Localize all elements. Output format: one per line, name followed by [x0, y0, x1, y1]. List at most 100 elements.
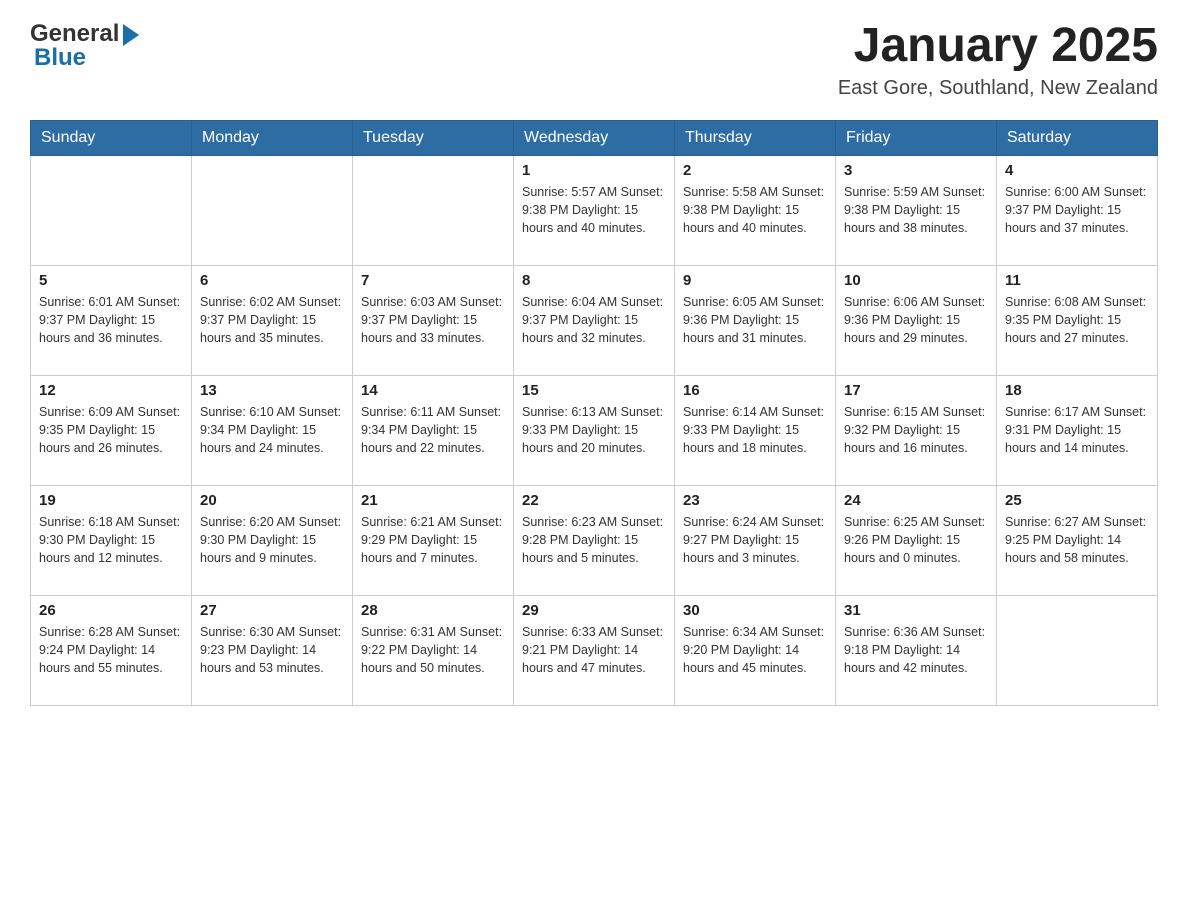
day-info: Sunrise: 6:08 AM Sunset: 9:35 PM Dayligh… — [1005, 293, 1149, 347]
day-number: 13 — [200, 382, 344, 399]
calendar-cell: 25 Sunrise: 6:27 AM Sunset: 9:25 PM Dayli… — [997, 485, 1158, 595]
day-info: Sunrise: 6:23 AM Sunset: 9:28 PM Dayligh… — [522, 513, 666, 567]
day-number: 29 — [522, 602, 666, 619]
calendar-week-5: 26Sunrise: 6:28 AM Sunset: 9:24 PM Dayli… — [31, 595, 1158, 705]
calendar-cell: 24 Sunrise: 6:25 AM Sunset: 9:26 PM Dayli… — [836, 485, 997, 595]
day-number: 24 — [844, 492, 988, 509]
calendar-cell: 22 Sunrise: 6:23 AM Sunset: 9:28 PM Dayli… — [514, 485, 675, 595]
calendar-cell: 14Sunrise: 6:11 AM Sunset: 9:34 PM Dayli… — [353, 375, 514, 485]
day-number: 6 — [200, 272, 344, 289]
calendar-cell: 10 Sunrise: 6:06 AM Sunset: 9:36 PM Dayli… — [836, 265, 997, 375]
day-info: Sunrise: 6:33 AM Sunset: 9:21 PM Dayligh… — [522, 623, 666, 677]
calendar-cell: 31 Sunrise: 6:36 AM Sunset: 9:18 PM Dayli… — [836, 595, 997, 705]
day-number: 10 — [844, 272, 988, 289]
calendar-cell: 28Sunrise: 6:31 AM Sunset: 9:22 PM Dayli… — [353, 595, 514, 705]
calendar-week-3: 12 Sunrise: 6:09 AM Sunset: 9:35 PM Dayli… — [31, 375, 1158, 485]
day-info: Sunrise: 6:09 AM Sunset: 9:35 PM Dayligh… — [39, 403, 183, 457]
day-number: 4 — [1005, 162, 1149, 179]
calendar-cell — [31, 155, 192, 265]
calendar-cell: 7 Sunrise: 6:03 AM Sunset: 9:37 PM Daylig… — [353, 265, 514, 375]
day-info: Sunrise: 6:01 AM Sunset: 9:37 PM Dayligh… — [39, 293, 183, 347]
day-number: 20 — [200, 492, 344, 509]
calendar-cell: 16 Sunrise: 6:14 AM Sunset: 9:33 PM Dayli… — [675, 375, 836, 485]
day-info: Sunrise: 6:14 AM Sunset: 9:33 PM Dayligh… — [683, 403, 827, 457]
day-info: Sunrise: 5:59 AM Sunset: 9:38 PM Dayligh… — [844, 183, 988, 237]
calendar-cell: 11 Sunrise: 6:08 AM Sunset: 9:35 PM Dayli… — [997, 265, 1158, 375]
day-info: Sunrise: 6:30 AM Sunset: 9:23 PM Dayligh… — [200, 623, 344, 677]
calendar-cell: 6 Sunrise: 6:02 AM Sunset: 9:37 PM Daylig… — [192, 265, 353, 375]
calendar-header: Sunday Monday Tuesday Wednesday Thursday… — [31, 120, 1158, 155]
col-saturday: Saturday — [997, 120, 1158, 155]
calendar-cell — [997, 595, 1158, 705]
day-info: Sunrise: 6:36 AM Sunset: 9:18 PM Dayligh… — [844, 623, 988, 677]
calendar-cell: 20Sunrise: 6:20 AM Sunset: 9:30 PM Dayli… — [192, 485, 353, 595]
day-number: 9 — [683, 272, 827, 289]
day-info: Sunrise: 6:27 AM Sunset: 9:25 PM Dayligh… — [1005, 513, 1149, 567]
day-number: 16 — [683, 382, 827, 399]
day-info: Sunrise: 5:58 AM Sunset: 9:38 PM Dayligh… — [683, 183, 827, 237]
calendar-cell: 21 Sunrise: 6:21 AM Sunset: 9:29 PM Dayli… — [353, 485, 514, 595]
day-info: Sunrise: 6:17 AM Sunset: 9:31 PM Dayligh… — [1005, 403, 1149, 457]
col-thursday: Thursday — [675, 120, 836, 155]
day-number: 28 — [361, 602, 505, 619]
day-info: Sunrise: 5:57 AM Sunset: 9:38 PM Dayligh… — [522, 183, 666, 237]
header: General Blue January 2025 East Gore, Sou… — [30, 20, 1158, 100]
day-info: Sunrise: 6:00 AM Sunset: 9:37 PM Dayligh… — [1005, 183, 1149, 237]
day-info: Sunrise: 6:06 AM Sunset: 9:36 PM Dayligh… — [844, 293, 988, 347]
calendar-body: 1 Sunrise: 5:57 AM Sunset: 9:38 PM Daylig… — [31, 155, 1158, 705]
day-number: 30 — [683, 602, 827, 619]
day-number: 15 — [522, 382, 666, 399]
day-info: Sunrise: 6:04 AM Sunset: 9:37 PM Dayligh… — [522, 293, 666, 347]
col-friday: Friday — [836, 120, 997, 155]
logo: General Blue — [30, 20, 139, 72]
calendar-cell: 23 Sunrise: 6:24 AM Sunset: 9:27 PM Dayli… — [675, 485, 836, 595]
calendar-subtitle: East Gore, Southland, New Zealand — [838, 77, 1158, 100]
logo-blue-text: Blue — [34, 44, 86, 72]
col-tuesday: Tuesday — [353, 120, 514, 155]
day-number: 25 — [1005, 492, 1149, 509]
day-number: 3 — [844, 162, 988, 179]
calendar-cell: 18Sunrise: 6:17 AM Sunset: 9:31 PM Dayli… — [997, 375, 1158, 485]
day-info: Sunrise: 6:25 AM Sunset: 9:26 PM Dayligh… — [844, 513, 988, 567]
col-wednesday: Wednesday — [514, 120, 675, 155]
calendar-cell: 26Sunrise: 6:28 AM Sunset: 9:24 PM Dayli… — [31, 595, 192, 705]
calendar-week-4: 19 Sunrise: 6:18 AM Sunset: 9:30 PM Dayli… — [31, 485, 1158, 595]
day-info: Sunrise: 6:11 AM Sunset: 9:34 PM Dayligh… — [361, 403, 505, 457]
day-info: Sunrise: 6:03 AM Sunset: 9:37 PM Dayligh… — [361, 293, 505, 347]
col-sunday: Sunday — [31, 120, 192, 155]
day-number: 12 — [39, 382, 183, 399]
day-number: 23 — [683, 492, 827, 509]
calendar-week-2: 5Sunrise: 6:01 AM Sunset: 9:37 PM Daylig… — [31, 265, 1158, 375]
day-number: 8 — [522, 272, 666, 289]
day-number: 17 — [844, 382, 988, 399]
calendar-cell: 15Sunrise: 6:13 AM Sunset: 9:33 PM Dayli… — [514, 375, 675, 485]
calendar-cell: 27Sunrise: 6:30 AM Sunset: 9:23 PM Dayli… — [192, 595, 353, 705]
calendar-cell: 19 Sunrise: 6:18 AM Sunset: 9:30 PM Dayli… — [31, 485, 192, 595]
calendar-cell: 4 Sunrise: 6:00 AM Sunset: 9:37 PM Daylig… — [997, 155, 1158, 265]
day-info: Sunrise: 6:10 AM Sunset: 9:34 PM Dayligh… — [200, 403, 344, 457]
calendar-cell — [353, 155, 514, 265]
day-info: Sunrise: 6:02 AM Sunset: 9:37 PM Dayligh… — [200, 293, 344, 347]
day-number: 31 — [844, 602, 988, 619]
day-number: 11 — [1005, 272, 1149, 289]
day-info: Sunrise: 6:28 AM Sunset: 9:24 PM Dayligh… — [39, 623, 183, 677]
logo-arrow-icon — [123, 24, 139, 46]
calendar-cell: 12 Sunrise: 6:09 AM Sunset: 9:35 PM Dayli… — [31, 375, 192, 485]
day-number: 21 — [361, 492, 505, 509]
day-number: 22 — [522, 492, 666, 509]
day-info: Sunrise: 6:18 AM Sunset: 9:30 PM Dayligh… — [39, 513, 183, 567]
day-number: 1 — [522, 162, 666, 179]
day-number: 2 — [683, 162, 827, 179]
calendar-cell: 8 Sunrise: 6:04 AM Sunset: 9:37 PM Daylig… — [514, 265, 675, 375]
day-info: Sunrise: 6:05 AM Sunset: 9:36 PM Dayligh… — [683, 293, 827, 347]
calendar-title: January 2025 — [838, 20, 1158, 73]
day-number: 7 — [361, 272, 505, 289]
calendar-cell: 1 Sunrise: 5:57 AM Sunset: 9:38 PM Daylig… — [514, 155, 675, 265]
day-info: Sunrise: 6:21 AM Sunset: 9:29 PM Dayligh… — [361, 513, 505, 567]
calendar-table: Sunday Monday Tuesday Wednesday Thursday… — [30, 120, 1158, 706]
day-info: Sunrise: 6:24 AM Sunset: 9:27 PM Dayligh… — [683, 513, 827, 567]
title-area: January 2025 East Gore, Southland, New Z… — [838, 20, 1158, 100]
calendar-week-1: 1 Sunrise: 5:57 AM Sunset: 9:38 PM Daylig… — [31, 155, 1158, 265]
day-number: 19 — [39, 492, 183, 509]
calendar-cell: 30Sunrise: 6:34 AM Sunset: 9:20 PM Dayli… — [675, 595, 836, 705]
